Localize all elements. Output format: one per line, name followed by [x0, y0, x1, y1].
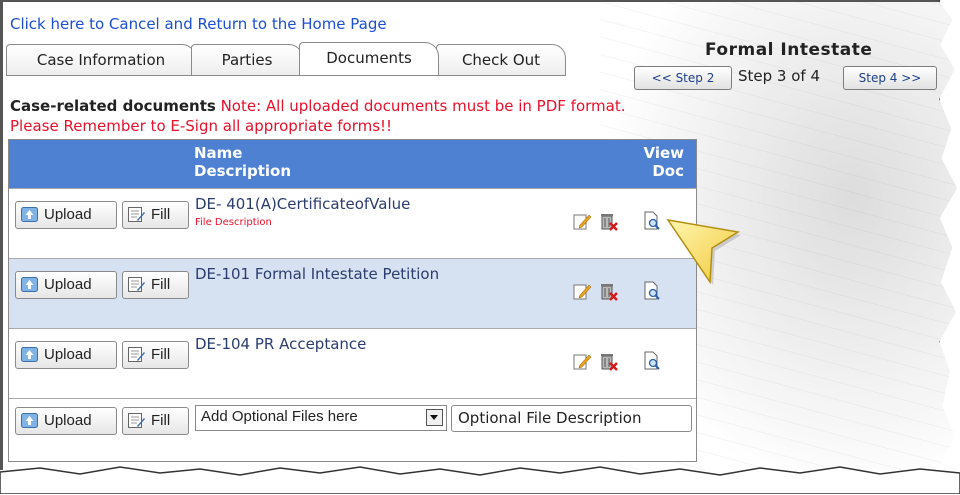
delete-icon[interactable] — [598, 351, 618, 371]
view-document-icon[interactable] — [642, 281, 662, 301]
chevron-down-icon[interactable] — [426, 409, 443, 426]
upload-label: Upload — [44, 346, 92, 363]
tab-bar-divider — [6, 75, 566, 76]
upload-icon — [21, 277, 38, 292]
esign-reminder: Please Remember to E-Sign all appropriat… — [10, 117, 393, 135]
table-header: Name Description View Doc — [9, 140, 696, 188]
upload-label: Upload — [44, 206, 92, 223]
document-name: DE-104 PR Acceptance — [195, 335, 367, 353]
document-name: DE-101 Formal Intestate Petition — [195, 265, 440, 283]
fill-label: Fill — [151, 346, 171, 363]
optional-file-select[interactable]: Add Optional Files here — [195, 405, 447, 431]
table-row: Upload Fill DE-104 PR Acceptance — [9, 328, 696, 399]
upload-icon — [21, 413, 38, 428]
optional-file-select-value: Add Optional Files here — [201, 408, 358, 425]
step-indicator: Step 3 of 4 — [738, 67, 821, 85]
fill-label: Fill — [151, 276, 171, 293]
edit-icon[interactable] — [572, 211, 592, 231]
fill-label: Fill — [151, 412, 171, 429]
upload-label: Upload — [44, 412, 92, 429]
upload-icon — [21, 347, 38, 362]
fill-form-icon — [128, 413, 145, 428]
fill-button[interactable]: Fill — [122, 407, 189, 435]
documents-table: Name Description View Doc Upload Fill DE… — [8, 139, 697, 462]
upload-label: Upload — [44, 276, 92, 293]
header-view-doc: View Doc — [643, 144, 684, 180]
frame-border-left — [0, 0, 3, 470]
fill-button[interactable]: Fill — [122, 271, 189, 299]
section-title: Case-related documents — [10, 97, 216, 115]
table-row: Upload Fill DE- 401(A)CertificateofValue… — [9, 188, 696, 259]
upload-button[interactable]: Upload — [15, 201, 117, 229]
table-row: Upload Fill DE-101 Formal Intestate Peti… — [9, 258, 696, 329]
previous-step-button[interactable]: << Step 2 — [634, 66, 732, 90]
document-name: DE- 401(A)CertificateofValue — [195, 195, 411, 213]
pointer-callout-icon — [666, 218, 741, 285]
fill-form-icon — [128, 277, 145, 292]
header-view: View — [643, 144, 684, 162]
fill-form-icon — [128, 347, 145, 362]
upload-button[interactable]: Upload — [15, 407, 117, 435]
upload-icon — [21, 207, 38, 222]
tab-documents[interactable]: Documents — [299, 42, 439, 75]
view-document-icon[interactable] — [642, 211, 662, 231]
header-doc: Doc — [652, 162, 684, 180]
upload-button[interactable]: Upload — [15, 271, 117, 299]
header-description: Description — [194, 162, 292, 180]
tab-case-information[interactable]: Case Information — [6, 44, 196, 75]
delete-icon[interactable] — [598, 281, 618, 301]
upload-button[interactable]: Upload — [15, 341, 117, 369]
edit-icon[interactable] — [572, 281, 592, 301]
fill-label: Fill — [151, 206, 171, 223]
fill-button[interactable]: Fill — [122, 201, 189, 229]
tab-bar: Case Information Parties Documents Check… — [6, 42, 581, 76]
fill-button[interactable]: Fill — [122, 341, 189, 369]
cancel-home-link[interactable]: Click here to Cancel and Return to the H… — [10, 15, 387, 33]
next-step-button[interactable]: Step 4 >> — [843, 66, 937, 90]
fill-form-icon — [128, 207, 145, 222]
pdf-format-note: Note: All uploaded documents must be in … — [220, 97, 626, 115]
optional-file-row: Upload Fill Add Optional Files here — [9, 398, 696, 461]
edit-icon[interactable] — [572, 351, 592, 371]
document-description: File Description — [195, 217, 272, 228]
optional-file-description-input[interactable] — [451, 405, 692, 432]
frame-border-top — [0, 0, 945, 2]
tab-check-out[interactable]: Check Out — [436, 44, 566, 75]
header-name-description: Name Description — [194, 144, 291, 180]
delete-icon[interactable] — [598, 211, 618, 231]
wizard-title: Formal Intestate — [705, 40, 873, 60]
torn-edge-bottom — [0, 466, 960, 495]
section-heading: Case-related documents Note: All uploade… — [10, 97, 626, 115]
header-name: Name — [194, 144, 243, 162]
tab-parties[interactable]: Parties — [191, 44, 303, 75]
view-document-icon[interactable] — [642, 351, 662, 371]
